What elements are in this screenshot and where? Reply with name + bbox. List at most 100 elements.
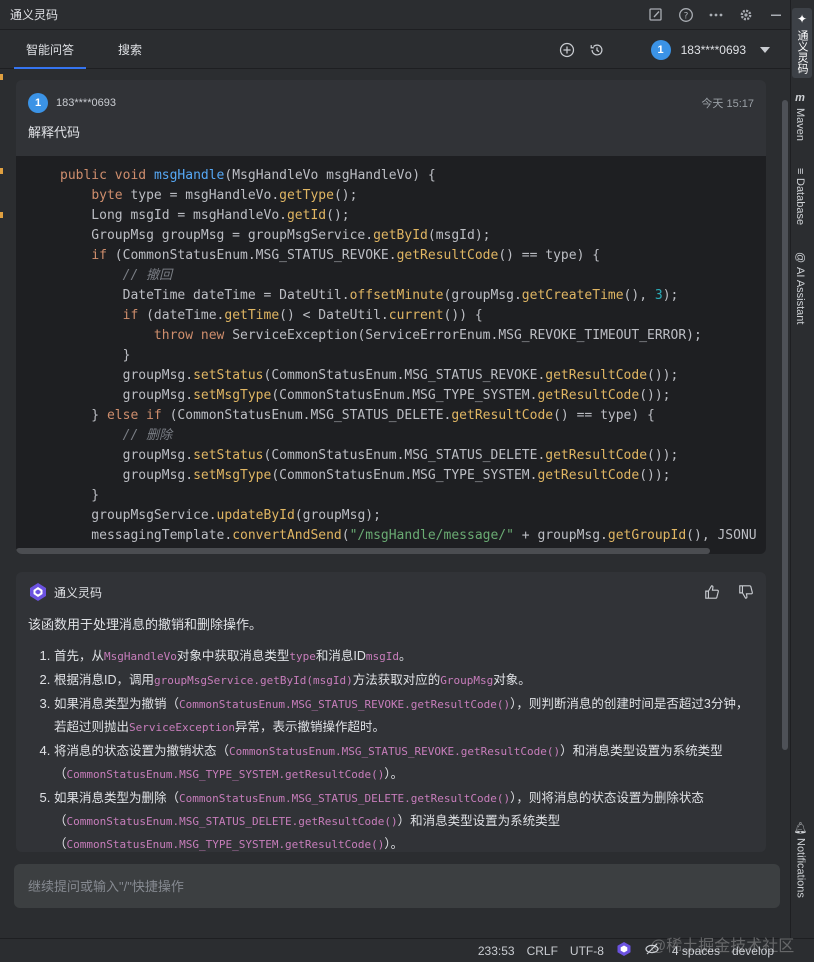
svg-text:?: ?	[684, 11, 689, 21]
answer-step: 如果消息类型为撤销（CommonStatusEnum.MSG_STATUS_RE…	[54, 693, 752, 739]
answer-text: 和消息ID	[315, 649, 366, 663]
tongyi-logo-icon	[28, 582, 48, 602]
chat-input-box[interactable]	[14, 864, 780, 908]
code-line: groupMsgService.updateById(groupMsg);	[60, 508, 381, 523]
question-time: 今天 15:17	[701, 98, 754, 110]
side-tool-notifications[interactable]: 🔔︎ Notifications	[794, 820, 807, 898]
code-line: // 删除	[60, 428, 173, 443]
maven-icon: m	[795, 92, 805, 104]
gutter-mark	[0, 212, 3, 218]
answer-intro: 该函数用于处理消息的撤销和删除操作。	[28, 617, 263, 632]
answer-step: 根据消息ID，调用groupMsgService.getById(msgId)方…	[54, 669, 752, 692]
inline-code: CommonStatusEnum.MSG_TYPE_SYSTEM.getResu…	[66, 768, 385, 781]
inline-code: MsgHandleVo	[104, 650, 177, 663]
tool-window-header: 通义灵码 ?	[0, 0, 790, 30]
question-avatar: 1	[28, 93, 48, 113]
code-line: if (dateTime.getTime() < DateUtil.curren…	[122, 308, 483, 323]
code-block[interactable]: public void msgHandle(MsgHandleVo msgHan…	[16, 156, 766, 554]
gear-icon[interactable]	[738, 7, 754, 23]
bot-name: 通义灵码	[54, 585, 103, 600]
tongyi-icon: ✦	[795, 12, 809, 26]
chevron-down-icon[interactable]	[760, 46, 770, 53]
side-tool-label: Maven	[794, 108, 806, 142]
watermark: @稀土掘金技术社区	[650, 938, 795, 955]
answer-text: ）。	[384, 767, 404, 781]
inline-code: GroupMsg	[440, 674, 494, 687]
answer-text: 将消息的状态设置为撤销状态（	[54, 744, 230, 758]
answer-text: 如果消息类型为撤销（	[54, 697, 180, 711]
tab-smart-qa[interactable]: 智能问答	[14, 31, 87, 69]
user-name[interactable]: 183****0693	[681, 43, 746, 57]
tab-label: 智能问答	[26, 43, 75, 57]
side-tool-label: AI Assistant	[794, 267, 806, 325]
file-encoding[interactable]: UTF-8	[570, 944, 604, 958]
answer-steps: 首先，从MsgHandleVo对象中获取消息类型type和消息IDmsgId。根…	[16, 645, 766, 852]
side-tool-maven[interactable]: m Maven	[794, 92, 806, 141]
history-icon[interactable]	[589, 42, 605, 58]
code-line: groupMsg.setMsgType(CommonStatusEnum.MSG…	[60, 388, 671, 403]
code-line: public void msgHandle(MsgHandleVo msgHan…	[60, 168, 436, 183]
answer-text: 异常，表示撤销操作超时。	[234, 720, 385, 734]
code-line: throw new ServiceException(ServiceErrorE…	[153, 328, 702, 343]
code-line: }	[60, 348, 131, 363]
horizontal-scrollbar[interactable]	[16, 548, 710, 554]
answer-text: 根据消息ID，调用	[54, 673, 155, 687]
code-line: groupMsg.setStatus(CommonStatusEnum.MSG_…	[60, 448, 679, 463]
minimize-icon[interactable]	[768, 7, 784, 23]
edit-icon[interactable]	[648, 7, 664, 23]
answer-text: ）。	[384, 837, 404, 851]
caret-position[interactable]: 233:53	[478, 944, 515, 958]
more-icon[interactable]	[708, 7, 724, 23]
help-icon[interactable]: ?	[678, 7, 694, 23]
new-chat-icon[interactable]	[559, 42, 575, 58]
chat-tab-bar: 智能问答 搜索 1 183****0693	[0, 31, 790, 69]
answer-message: 通义灵码 该函数用于处理消息的撤销和删除操作。 首先，从MsgHandleVo对…	[16, 572, 766, 852]
inline-code: CommonStatusEnum.MSG_STATUS_DELETE.getRe…	[66, 815, 398, 828]
code-line: GroupMsg groupMsg = groupMsgService.getB…	[60, 228, 491, 243]
ai-assistant-icon: @	[794, 252, 806, 264]
answer-text: 首先，从	[54, 649, 105, 663]
answer-text: 如果消息类型为删除（	[54, 791, 180, 805]
bell-icon: 🔔︎	[794, 820, 806, 834]
line-separator[interactable]: CRLF	[527, 944, 558, 958]
tool-window-title: 通义灵码	[10, 8, 59, 22]
thumbs-up-icon[interactable]	[704, 584, 720, 600]
inline-code: ServiceException	[129, 721, 235, 734]
code-line: if (CommonStatusEnum.MSG_STATUS_REVOKE.g…	[91, 248, 601, 263]
side-tool-ai-assistant[interactable]: @ AI Assistant	[794, 252, 806, 325]
answer-text: 对象。	[493, 673, 531, 687]
inline-code: type	[289, 650, 316, 663]
side-tool-database[interactable]: ≡ Database	[794, 168, 806, 226]
side-tool-label: Notifications	[794, 837, 807, 898]
user-avatar[interactable]: 1	[650, 39, 671, 60]
side-tool-label: 通义灵码	[796, 30, 808, 74]
code-line: byte type = msgHandleVo.getType();	[91, 188, 358, 203]
answer-step: 如果消息类型为删除（ CommonStatusEnum.MSG_STATUS_DE…	[54, 787, 752, 852]
thumbs-down-icon[interactable]	[738, 584, 754, 600]
inline-code: CommonStatusEnum.MSG_TYPE_SYSTEM.getResu…	[66, 838, 385, 851]
code-line: groupMsg.setMsgType(CommonStatusEnum.MSG…	[60, 468, 671, 483]
code-line: Long msgId = msgHandleVo.getId();	[60, 208, 350, 223]
database-icon: ≡	[794, 168, 806, 175]
question-user-name: 183****0693	[56, 97, 116, 109]
answer-text: 方法获取对应的	[352, 673, 441, 687]
answer-step: 首先，从MsgHandleVo对象中获取消息类型type和消息IDmsgId。	[54, 645, 752, 668]
inline-code: groupMsgService.getById(msgId)	[154, 674, 353, 687]
code-line: } else if (CommonStatusEnum.MSG_STATUS_D…	[60, 408, 655, 423]
chat-input[interactable]	[28, 878, 780, 894]
code-line: groupMsg.setStatus(CommonStatusEnum.MSG_…	[60, 368, 679, 383]
tongyi-status-icon[interactable]	[616, 941, 632, 960]
code-line: messagingTemplate.convertAndSend("/msgHa…	[60, 528, 757, 543]
inline-code: msgId	[365, 650, 400, 663]
inline-code: CommonStatusEnum.MSG_STATUS_REVOKE.getRe…	[179, 698, 511, 711]
answer-text: 对象中获取消息类型	[176, 649, 290, 663]
vertical-scrollbar[interactable]	[782, 100, 788, 750]
code-line: DateTime dateTime = DateUtil.offsetMinut…	[60, 288, 679, 303]
question-text: 解释代码	[28, 125, 81, 140]
tab-search[interactable]: 搜索	[106, 31, 154, 69]
gutter-mark	[0, 168, 3, 174]
code-line: }	[60, 488, 100, 503]
answer-step: 将消息的状态设置为撤销状态（CommonStatusEnum.MSG_STATU…	[54, 740, 752, 786]
question-message: 1 183****0693 今天 15:17 解释代码 public void …	[16, 80, 766, 554]
side-tool-tongyi[interactable]: ✦ 通义灵码	[792, 8, 812, 78]
